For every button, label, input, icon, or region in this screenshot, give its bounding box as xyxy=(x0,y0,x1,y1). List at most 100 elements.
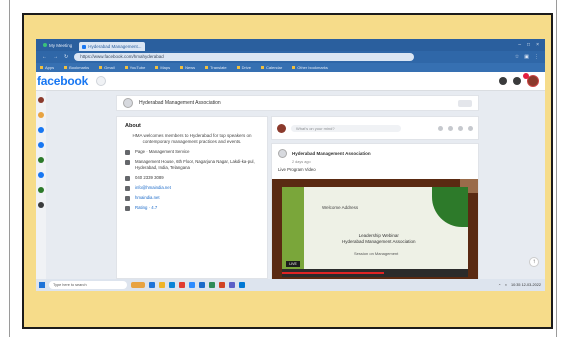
leaf-decoration xyxy=(432,187,468,227)
more-button[interactable] xyxy=(458,99,472,107)
chrome-icon[interactable] xyxy=(179,282,185,288)
maximize-icon[interactable]: □ xyxy=(527,42,530,48)
outlook-icon[interactable] xyxy=(239,282,245,288)
rail-shortcut-icon[interactable] xyxy=(38,202,44,208)
create-post-actions xyxy=(438,125,473,131)
tab-label: Hyderabad Management... xyxy=(88,44,142,49)
browser-titlebar: My Meeting Hyderabad Management... – □ × xyxy=(36,39,545,51)
email-icon xyxy=(125,186,130,191)
bookmark-icon xyxy=(124,66,128,69)
volume-icon[interactable]: ◖ xyxy=(505,283,507,287)
bookmark-icon xyxy=(40,66,43,69)
feeling-icon[interactable] xyxy=(458,125,463,131)
phone-icon xyxy=(125,176,130,181)
clock[interactable]: 10:35 12-03-2022 xyxy=(511,283,541,287)
info-row-phone: 040 2339 3089 xyxy=(125,175,259,181)
left-rail xyxy=(36,91,46,279)
url-input[interactable]: https://www.facebook.com/hmahyderabad xyxy=(74,53,415,61)
scroll-up-button[interactable]: ↑ xyxy=(529,257,539,267)
link-icon xyxy=(125,196,130,201)
word-icon[interactable] xyxy=(199,282,205,288)
post-author-icon[interactable] xyxy=(278,149,287,158)
facebook-logo[interactable]: facebook xyxy=(37,74,88,88)
video-progress[interactable] xyxy=(282,272,385,274)
bookmark-item[interactable]: Apps xyxy=(40,65,54,70)
create-post-input[interactable]: What's on your mind? xyxy=(291,124,401,132)
menu-icon[interactable]: ⋮ xyxy=(534,54,539,60)
extensions-icon[interactable]: ▣ xyxy=(524,54,529,60)
photo-icon[interactable] xyxy=(448,125,453,131)
rail-shortcut-icon[interactable] xyxy=(38,127,44,133)
rail-avatar-icon[interactable] xyxy=(38,97,44,103)
slide-title: Welcome Address xyxy=(322,205,359,210)
tab-label: My Meeting xyxy=(49,42,73,48)
live-video-icon[interactable] xyxy=(438,125,443,131)
more-icon[interactable] xyxy=(468,125,473,131)
bookmark-icon xyxy=(205,66,209,69)
taskview-icon[interactable] xyxy=(149,282,155,288)
rating-icon xyxy=(125,206,130,211)
star-icon[interactable]: ☆ xyxy=(515,54,519,60)
bookmark-item[interactable]: YouTube xyxy=(124,65,145,70)
tab-facebook[interactable]: Hyderabad Management... xyxy=(79,42,145,51)
messenger-icon[interactable] xyxy=(499,77,507,85)
weather-icon[interactable] xyxy=(131,282,145,288)
bookmark-item[interactable]: Gmail xyxy=(99,65,115,70)
reload-icon[interactable]: ↻ xyxy=(64,54,68,60)
edge-icon[interactable] xyxy=(169,282,175,288)
post-header: Hyderabad Management Association xyxy=(272,144,478,160)
bookmark-item[interactable]: Translate xyxy=(205,65,227,70)
tab-meeting[interactable]: My Meeting xyxy=(40,41,75,50)
rail-shortcut-icon[interactable] xyxy=(38,112,44,118)
video-player[interactable]: Welcome Address Leadership Webinar Hyder… xyxy=(272,179,478,279)
page-title[interactable]: Hyderabad Management Association xyxy=(139,100,221,106)
back-icon[interactable]: ← xyxy=(42,54,47,60)
taskbar-search-input[interactable]: Type here to search xyxy=(49,281,127,289)
info-row-category: Page · Management Service xyxy=(125,149,259,155)
rail-shortcut-icon[interactable] xyxy=(38,172,44,178)
zoom-icon[interactable] xyxy=(189,282,195,288)
teams-icon[interactable] xyxy=(229,282,235,288)
slide-main-text: Leadership Webinar Hyderabad Management … xyxy=(342,233,416,245)
info-row-website[interactable]: hmaindia.net xyxy=(125,195,259,201)
bookmark-item[interactable]: Calendar xyxy=(260,65,282,70)
live-badge[interactable]: LIVE xyxy=(286,261,300,267)
excel-icon[interactable] xyxy=(209,282,215,288)
bookmark-item[interactable]: Bookmarks xyxy=(64,65,89,70)
facebook-header: facebook xyxy=(36,72,545,91)
info-row-email[interactable]: info@hmaindia.net xyxy=(125,185,259,191)
page-profile-icon[interactable] xyxy=(123,98,133,108)
slide-subtitle: Session on Management xyxy=(354,251,399,256)
bookmark-item[interactable]: Maps xyxy=(155,65,170,70)
bookmark-item[interactable]: Drive xyxy=(236,65,251,70)
rail-shortcut-icon[interactable] xyxy=(38,157,44,163)
bookmark-icon xyxy=(64,66,68,69)
bookmark-item[interactable]: Other bookmarks xyxy=(292,65,328,70)
about-card: About HMA welcomes members to Hyderabad … xyxy=(116,116,268,279)
notifications-icon[interactable] xyxy=(513,77,521,85)
facebook-icon xyxy=(82,44,87,49)
post-author[interactable]: Hyderabad Management Association xyxy=(292,151,371,156)
minimize-icon[interactable]: – xyxy=(518,42,521,48)
search-icon[interactable] xyxy=(96,76,107,86)
forward-icon[interactable]: → xyxy=(53,54,58,60)
post-text: Live Program Video xyxy=(278,167,316,172)
start-icon[interactable] xyxy=(39,282,45,288)
bookmark-icon xyxy=(260,66,264,69)
meeting-icon xyxy=(43,43,47,47)
powerpoint-icon[interactable] xyxy=(219,282,225,288)
info-row-rating[interactable]: Rating · 4.7 xyxy=(125,205,259,211)
video-controls[interactable] xyxy=(282,269,468,277)
file-explorer-icon[interactable] xyxy=(159,282,165,288)
bookmark-item[interactable]: News xyxy=(180,65,195,70)
windows-taskbar: Type here to search ◔ ◖ 10:35 12-03-2022 xyxy=(36,279,545,291)
window-controls: – □ × xyxy=(518,42,545,48)
presentation-slide: Welcome Address Leadership Webinar Hyder… xyxy=(282,187,468,277)
wifi-icon[interactable]: ◔ xyxy=(498,283,500,287)
close-icon[interactable]: × xyxy=(536,42,539,48)
info-row-address: Management House, 6th Floor, Nagarjuna N… xyxy=(125,159,259,171)
about-intro: HMA welcomes members to Hyderabad for to… xyxy=(132,133,252,144)
rail-shortcut-icon[interactable] xyxy=(38,187,44,193)
rail-shortcut-icon[interactable] xyxy=(38,142,44,148)
location-icon xyxy=(125,160,130,165)
